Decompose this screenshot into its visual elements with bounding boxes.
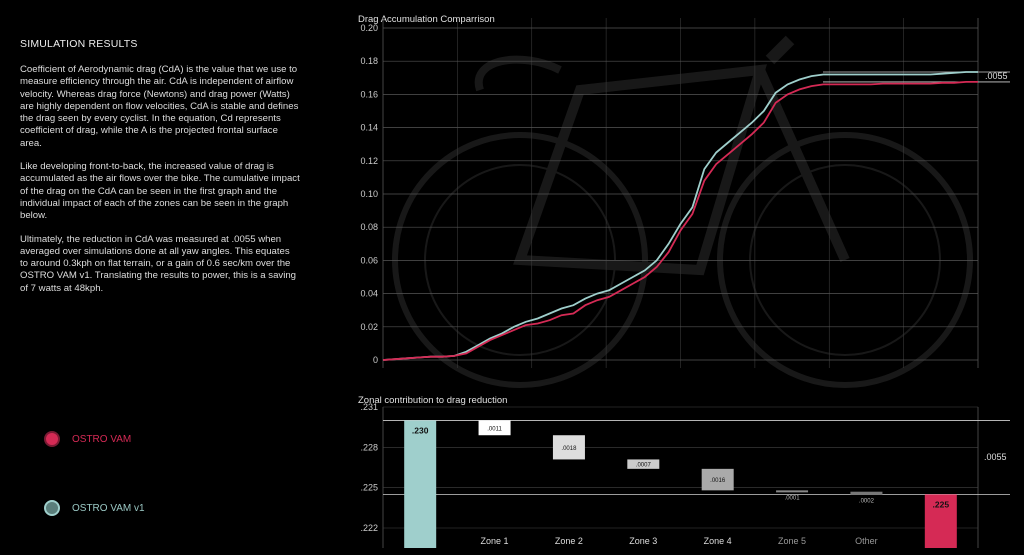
bottom-x-tick-label: Zone 1 [481, 536, 509, 546]
bar-value-label: .0001 [785, 496, 801, 502]
bar-value-label: .0016 [710, 478, 726, 484]
bottom-y-tick-label: .222 [360, 523, 378, 533]
bar-other [850, 491, 883, 495]
top-y-tick-label: 0.10 [360, 189, 378, 199]
top-y-tick-label: 0.20 [360, 23, 378, 33]
bottom-x-tick-label: Zone 5 [778, 536, 806, 546]
bike-background-image [392, 35, 973, 388]
bar-value-label: .0011 [487, 426, 502, 432]
top-chart-annotation: .0055 [985, 71, 1008, 81]
zonal-contribution-chart: Zonal contribution to drag reduction .22… [358, 395, 1010, 548]
bar-value-label: .0007 [636, 463, 652, 469]
top-chart-title: Drag Accumulation Comparrison [358, 14, 495, 25]
bar-value-label: .0018 [561, 446, 577, 452]
top-y-tick-label: 0.02 [360, 322, 378, 332]
bottom-x-tick-label: Other [855, 536, 878, 546]
bottom-y-tick-label: .225 [360, 483, 378, 493]
top-y-tick-label: 0.12 [360, 156, 378, 166]
bottom-y-tick-label: .228 [360, 442, 378, 452]
bar-baseline [404, 420, 437, 548]
top-y-tick-label: 0.04 [360, 289, 378, 299]
top-y-tick-label: 0.14 [360, 123, 378, 133]
top-y-tick-label: 0.06 [360, 255, 378, 265]
bottom-x-tick-label: Zone 3 [629, 536, 657, 546]
bar-value-label: .230 [412, 425, 429, 435]
bottom-x-tick-label: Zone 4 [704, 536, 732, 546]
top-y-tick-label: 0.18 [360, 56, 378, 66]
top-y-tick-label: 0.08 [360, 222, 378, 232]
bottom-y-tick-label: .231 [360, 402, 378, 412]
charts-canvas: Drag Accumulation Comparrison 0 0.02 0.04 0… [358, 14, 1010, 548]
bar-value-label: .0002 [859, 498, 875, 504]
bottom-chart-annotation: .0055 [984, 452, 1007, 462]
bar-value-label: .225 [933, 499, 950, 509]
top-y-tick-label: 0 [373, 355, 378, 365]
bar-zone-5 [776, 490, 809, 493]
top-y-tick-label: 0.16 [360, 89, 378, 99]
bottom-x-tick-label: Zone 2 [555, 536, 583, 546]
bottom-chart-title: Zonal contribution to drag reduction [358, 395, 507, 406]
